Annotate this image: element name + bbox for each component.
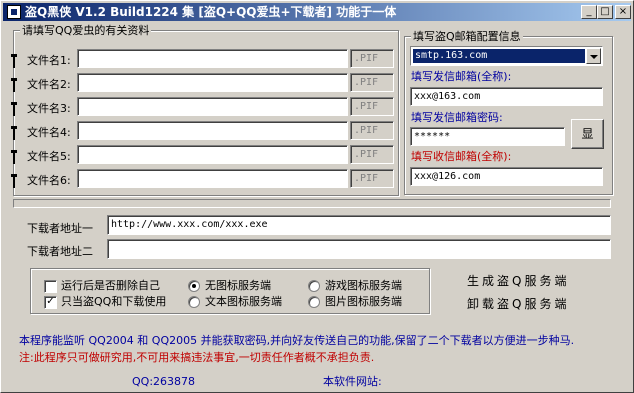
- mail-group-title: 填写盗Q邮箱配置信息: [411, 30, 523, 43]
- show-password-button[interactable]: 显: [571, 119, 604, 149]
- receiver-email-field[interactable]: xxx@126.com: [410, 167, 603, 186]
- files-group-title: 请填写QQ爱虫的有关资料: [20, 24, 152, 37]
- file5-label: 文件名5:: [27, 150, 71, 163]
- file1-ext: .PIF: [350, 49, 394, 68]
- generate-server-button[interactable]: 生成盗Q服务端: [467, 274, 569, 288]
- radio-no-icon-label: 无图标服务端: [205, 279, 271, 292]
- smtp-server-select[interactable]: smtp.163.com: [410, 46, 603, 66]
- file6-label: 文件名6:: [27, 174, 71, 187]
- file4-input[interactable]: [77, 121, 348, 140]
- file3-ext: .PIF: [350, 97, 394, 116]
- title-bar[interactable]: 盗Q黑侠 V1.2 Build1224 集 [盗Q+QQ爱虫+下载者] 功能于一…: [3, 3, 631, 21]
- radio-text-icon-label: 文本图标服务端: [205, 295, 282, 308]
- dropdown-arrow-icon[interactable]: [586, 48, 601, 64]
- radio-text-icon[interactable]: [188, 296, 200, 308]
- radio-game-icon-label: 游戏图标服务端: [325, 279, 402, 292]
- main-window: 盗Q黑侠 V1.2 Build1224 集 [盗Q+QQ爱虫+下载者] 功能于一…: [0, 0, 634, 393]
- delete-self-label: 运行后是否删除自己: [61, 279, 160, 292]
- url1-input[interactable]: http://www.xxx.com/xxx.exe: [107, 215, 611, 235]
- file-row-icon: [11, 54, 17, 68]
- uninstall-server-button[interactable]: 卸载盗Q服务端: [467, 297, 569, 311]
- sender-email-field[interactable]: xxx@163.com: [410, 87, 603, 106]
- minimize-button[interactable]: _: [581, 5, 597, 19]
- file1-input[interactable]: [77, 49, 348, 68]
- file-row-icon: [11, 150, 17, 164]
- warning-text: 注:此程序只可做研究用,不可用来搞违法事宜,一切责任作者概不承担负责.: [19, 351, 375, 364]
- sender-label: 填写发信邮箱(全称):: [411, 70, 512, 83]
- file5-input[interactable]: [77, 145, 348, 164]
- file-row-icon: [11, 102, 17, 116]
- maximize-button[interactable]: □: [597, 5, 613, 19]
- app-icon: [7, 5, 21, 19]
- password-label: 填写发信邮箱密码:: [411, 111, 503, 124]
- file3-input[interactable]: [77, 97, 348, 116]
- info-text: 本程序能监听 QQ2004 和 QQ2005 并能获取密码,并向好友传送自己的功…: [19, 334, 575, 347]
- divider-bar: [13, 199, 611, 208]
- window-title: 盗Q黑侠 V1.2 Build1224 集 [盗Q+QQ爱虫+下载者] 功能于一…: [25, 5, 397, 19]
- file-row-icon: [11, 174, 17, 188]
- qq-contact: QQ:263878: [132, 375, 196, 388]
- file6-input[interactable]: [77, 169, 348, 188]
- smtp-selected-value: smtp.163.com: [413, 49, 585, 63]
- close-button[interactable]: ×: [615, 5, 631, 19]
- file1-label: 文件名1:: [27, 54, 71, 67]
- file2-label: 文件名2:: [27, 78, 71, 91]
- file6-ext: .PIF: [350, 169, 394, 188]
- file2-ext: .PIF: [350, 73, 394, 92]
- url2-label: 下载者地址二: [27, 245, 93, 258]
- only-steal-checkbox[interactable]: ✓: [44, 296, 57, 309]
- url1-label: 下载者地址一: [27, 222, 93, 235]
- password-field[interactable]: ******: [410, 127, 565, 146]
- radio-game-icon[interactable]: [308, 280, 320, 292]
- file-row-icon: [11, 78, 17, 92]
- website-label[interactable]: 本软件网站:: [323, 375, 382, 389]
- file-row-icon: [11, 126, 17, 140]
- only-steal-label: 只当盗QQ和下载使用: [61, 295, 167, 308]
- file2-input[interactable]: [77, 73, 348, 92]
- radio-image-icon[interactable]: [308, 296, 320, 308]
- file4-label: 文件名4:: [27, 126, 71, 139]
- file3-label: 文件名3:: [27, 102, 71, 115]
- url2-input[interactable]: [107, 239, 611, 259]
- file4-ext: .PIF: [350, 121, 394, 140]
- radio-image-icon-label: 图片图标服务端: [325, 295, 402, 308]
- delete-self-checkbox[interactable]: [44, 280, 57, 293]
- file5-ext: .PIF: [350, 145, 394, 164]
- receiver-label: 填写收信邮箱(全称):: [411, 150, 512, 163]
- radio-no-icon[interactable]: [188, 280, 200, 292]
